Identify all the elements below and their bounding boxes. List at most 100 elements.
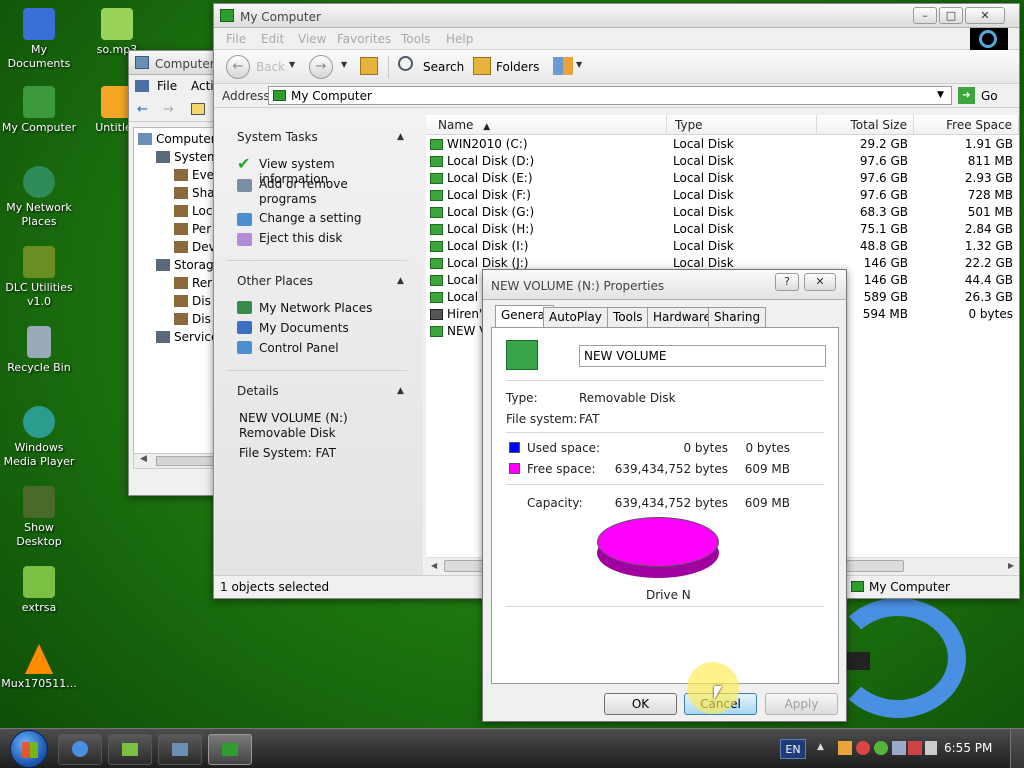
menu-help[interactable]: Help [446,32,473,46]
desktop-icon-mux[interactable]: Mux170511... [0,644,78,691]
tree-node[interactable]: Sha [174,186,215,200]
desktop-icon-extrsa[interactable]: extrsa [0,566,78,615]
back-history-dropdown[interactable]: ▼ [289,60,295,69]
properties-dialog[interactable]: NEW VOLUME (N:) Properties ? ✕ General A… [482,269,847,722]
tray-icon-volume[interactable] [925,741,937,755]
search-button-label[interactable]: Search [423,60,464,74]
tree-node[interactable]: Eve [174,168,214,182]
tree-node[interactable]: Dis [174,312,211,326]
drive-row[interactable]: Local Disk (H:) Local Disk 75.1 GB 2.84 GB [426,221,1019,238]
tree-node[interactable]: Rer [174,276,212,290]
tray-icon-media[interactable] [856,741,870,755]
tree-node[interactable]: Per [174,222,211,236]
scroll-left-icon[interactable]: ◀ [431,561,437,570]
taskbar-button-explorer[interactable] [108,734,152,765]
start-button[interactable] [10,730,48,768]
tree-node[interactable]: Service [156,330,218,344]
up-folder-icon[interactable] [191,103,205,115]
drive-row[interactable]: Local Disk (D:) Local Disk 97.6 GB 811 MB [426,153,1019,170]
drive-row[interactable]: WIN2010 (C:) Local Disk 29.2 GB 1.91 GB [426,136,1019,153]
search-icon[interactable] [398,56,413,71]
column-header-free-space[interactable]: Free Space [914,115,1019,135]
dialog-titlebar[interactable]: NEW VOLUME (N:) Properties ? ✕ [483,270,846,300]
menu-file[interactable]: File [226,32,246,46]
tray-icon-flag[interactable] [908,741,922,755]
tab-hardware[interactable]: Hardware [647,307,717,327]
scroll-thumb[interactable] [156,456,216,466]
tree-node[interactable]: System [156,150,219,164]
address-dropdown-icon[interactable]: ▼ [937,90,944,100]
tree-node[interactable]: Storag [156,258,214,272]
collapse-arrow-icon[interactable]: ▲ [397,386,404,396]
language-indicator[interactable]: EN [780,739,806,759]
drive-row[interactable]: Local Disk (F:) Local Disk 97.6 GB 728 MB [426,187,1019,204]
ok-button[interactable]: OK [604,693,677,715]
tab-sharing[interactable]: Sharing [708,307,767,327]
clock[interactable]: 6:55 PM [944,741,992,755]
go-arrow-icon[interactable]: ➜ [958,87,975,104]
taskbar-button-browser[interactable] [58,734,102,765]
task-change-setting[interactable]: Change a setting [259,211,362,226]
show-desktop-button[interactable] [1010,729,1024,768]
taskbar-button-my-computer[interactable] [208,734,252,765]
desktop-icon-my-computer[interactable]: My Computer [0,86,78,135]
menu-edit[interactable]: Edit [261,32,284,46]
tree-node[interactable]: Dev [174,240,216,254]
minimize-button[interactable]: – [913,7,937,24]
volume-name-input[interactable]: NEW VOLUME [579,345,826,367]
tree-node[interactable]: Loc [174,204,212,218]
tray-icon-torrent[interactable] [874,741,888,755]
menu-favorites[interactable]: Favorites [337,32,391,46]
forward-arrow-icon[interactable]: → [163,102,174,117]
desktop-icon-recycle-bin[interactable]: Recycle Bin [0,326,78,375]
collapse-arrow-icon[interactable]: ▲ [397,132,404,142]
desktop-icon-my-documents[interactable]: My Documents [0,8,78,71]
details-title[interactable]: Details [237,384,279,398]
place-network[interactable]: My Network Places [259,301,372,316]
folders-button-label[interactable]: Folders [496,60,539,74]
column-header-total-size[interactable]: Total Size [817,115,914,135]
address-field[interactable]: My Computer ▼ [268,86,952,105]
view-mode-dropdown[interactable]: ▼ [576,60,582,69]
tree-node[interactable]: Computer [138,132,216,146]
taskbar-button-computer-management[interactable] [158,734,202,765]
forward-button[interactable]: → [309,55,333,79]
menu-action[interactable]: Acti [191,79,214,93]
drive-row[interactable]: Local Disk (I:) Local Disk 48.8 GB 1.32 GB [426,238,1019,255]
view-mode-icon[interactable] [553,57,573,75]
collapse-arrow-icon[interactable]: ▲ [397,276,404,286]
tray-icon-video[interactable] [838,741,852,755]
dialog-close-button[interactable]: ✕ [804,273,836,291]
column-header-type[interactable]: Type [667,115,817,135]
go-button-label[interactable]: Go [981,89,998,103]
menu-view[interactable]: View [298,32,326,46]
other-places-title[interactable]: Other Places [237,274,313,288]
place-documents[interactable]: My Documents [259,321,349,336]
back-button[interactable]: ← [226,55,250,79]
column-header-name[interactable]: Name ▲ [426,115,667,135]
task-eject-disk[interactable]: Eject this disk [259,231,342,246]
system-tasks-title[interactable]: System Tasks [237,130,318,144]
apply-button[interactable]: Apply [765,693,838,715]
desktop-icon-show-desktop[interactable]: Show Desktop [0,486,78,549]
forward-history-dropdown[interactable]: ▼ [341,60,347,69]
back-arrow-icon[interactable]: ← [137,102,148,117]
maximize-button[interactable]: □ [939,7,963,24]
desktop-icon-dlc-utilities[interactable]: DLC Utilities v1.0 [0,246,78,309]
close-button[interactable]: ✕ [965,7,1005,24]
folders-icon[interactable] [473,57,491,75]
task-add-remove-programs[interactable]: Add or remove programs [259,177,379,207]
tab-autoplay[interactable]: AutoPlay [543,307,608,327]
tray-icon-network[interactable] [892,741,906,755]
tree-node[interactable]: Dis [174,294,211,308]
show-hidden-icons-icon[interactable]: ▲ [817,742,824,752]
desktop-icon-my-network-places[interactable]: My Network Places [0,166,78,229]
explorer-titlebar[interactable]: My Computer – □ ✕ [214,4,1019,28]
drive-row[interactable]: Local Disk (G:) Local Disk 68.3 GB 501 MB [426,204,1019,221]
menu-tools[interactable]: Tools [401,32,431,46]
tab-tools[interactable]: Tools [607,307,649,327]
help-button[interactable]: ? [775,273,799,291]
place-control-panel[interactable]: Control Panel [259,341,339,356]
scroll-right-icon[interactable]: ▶ [1008,561,1014,570]
menu-file[interactable]: File [157,79,177,93]
